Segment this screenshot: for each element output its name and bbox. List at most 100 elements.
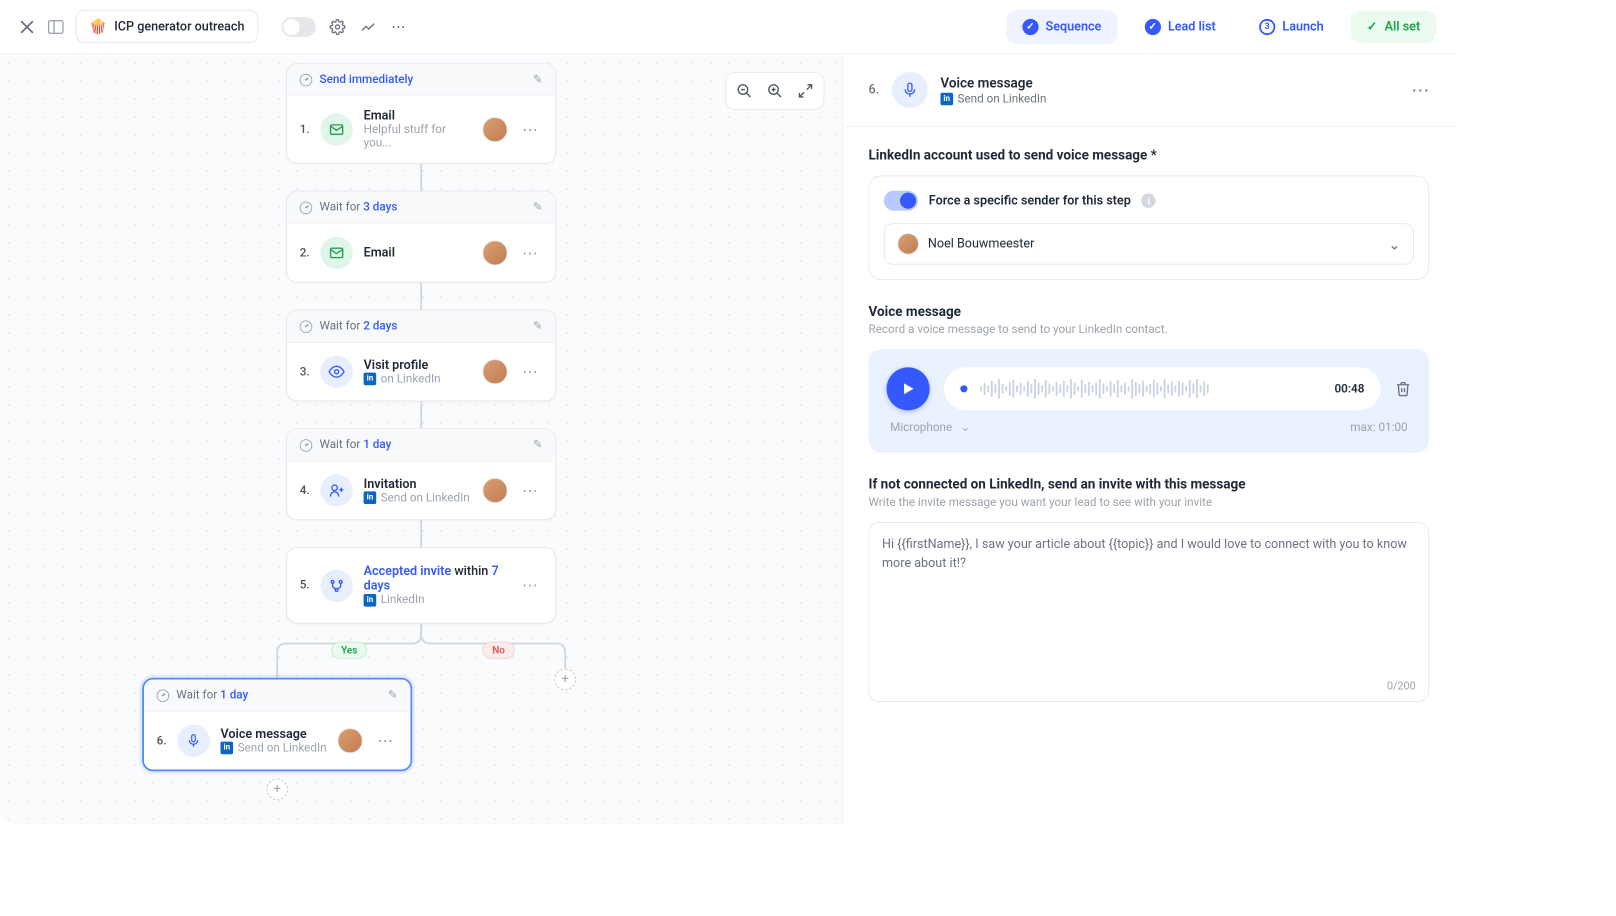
play-button[interactable] [887, 367, 930, 410]
step-number-badge: 3 [1259, 18, 1275, 34]
wait-row: Wait for 3 days ✎ [287, 192, 555, 224]
voice-subheading: Record a voice message to send to your L… [869, 323, 1430, 337]
chevron-down-icon: ⌄ [958, 421, 971, 435]
tab-sequence[interactable]: ✓ Sequence [1006, 9, 1118, 43]
trash-icon[interactable] [1395, 381, 1411, 397]
chevron-down-icon: ⌄ [1388, 235, 1400, 252]
linkedin-icon: in [940, 93, 953, 106]
step-detail-panel: 6. Voice message inSend on LinkedIn ⋯ Li… [842, 54, 1454, 824]
mic-icon [177, 725, 209, 757]
connector [420, 283, 422, 310]
eye-icon [320, 356, 352, 388]
zoom-controls [725, 72, 824, 110]
step-card-5[interactable]: 5. Accepted invite within 7 days inLinke… [286, 547, 556, 624]
check-circle-icon: ✓ [1022, 18, 1038, 34]
avatar [482, 478, 507, 503]
linkedin-icon: in [364, 594, 377, 607]
voice-heading: Voice message [869, 303, 1430, 319]
pause-toggle[interactable] [281, 17, 315, 37]
step-menu-icon[interactable]: ⋯ [518, 481, 542, 500]
linkedin-icon: in [364, 491, 377, 504]
step-card-4[interactable]: Wait for 1 day ✎ 4. Invitation inSend on… [286, 428, 556, 520]
add-step-button[interactable]: + [554, 669, 576, 691]
project-name-text: ICP generator outreach [114, 19, 244, 33]
more-icon[interactable]: ⋯ [389, 18, 407, 36]
info-icon[interactable]: i [1142, 194, 1156, 208]
edit-icon[interactable]: ✎ [533, 201, 543, 215]
mic-icon [892, 72, 928, 108]
avatar [482, 359, 507, 384]
check-circle-icon: ✓ [1145, 18, 1161, 34]
expand-icon[interactable] [791, 77, 820, 106]
force-sender-toggle[interactable] [884, 191, 918, 211]
panel-header: 6. Voice message inSend on LinkedIn ⋯ [843, 54, 1454, 127]
step-menu-icon[interactable]: ⋯ [518, 362, 542, 381]
zoom-in-icon[interactable] [761, 77, 790, 106]
mic-select[interactable]: Microphone ⌄ [890, 421, 970, 435]
clock-icon [157, 689, 170, 702]
step-menu-icon[interactable]: ⋯ [518, 120, 542, 139]
topbar: 🍿 ICP generator outreach ⋯ ✓ Sequence ✓ … [0, 0, 1454, 54]
email-icon [320, 237, 352, 269]
linkedin-icon: in [364, 373, 377, 386]
project-title[interactable]: 🍿 ICP generator outreach [76, 10, 258, 43]
account-heading: LinkedIn account used to send voice mess… [869, 147, 1430, 163]
all-set-badge[interactable]: ✓ All set [1351, 10, 1437, 42]
close-icon[interactable] [18, 18, 36, 36]
step-menu-icon[interactable]: ⋯ [374, 731, 398, 750]
sender-select[interactable]: Noel Bouwmeester ⌄ [884, 223, 1414, 264]
step-card-1[interactable]: Send immediately ✎ 1. Email Helpful stuf… [286, 63, 556, 164]
connector [420, 164, 422, 191]
invite-message-input[interactable]: Hi {{firstName}}, I saw your article abo… [869, 522, 1430, 702]
step-menu-icon[interactable]: ⋯ [518, 243, 542, 262]
edit-icon[interactable]: ✎ [533, 438, 543, 452]
wave-bars [980, 378, 1322, 400]
avatar [482, 240, 507, 265]
add-step-button[interactable]: + [266, 779, 288, 801]
connector [420, 520, 422, 547]
clock-icon [300, 320, 313, 333]
force-sender-card: Force a specific sender for this step i … [869, 176, 1430, 280]
playhead-dot [960, 385, 967, 392]
wait-row: Wait for 1 day ✎ [144, 680, 410, 712]
step-card-3[interactable]: Wait for 2 days ✎ 3. Visit profile inon … [286, 310, 556, 402]
step-card-2[interactable]: Wait for 3 days ✎ 2. Email ⋯ [286, 191, 556, 283]
wait-row: Wait for 2 days ✎ [287, 311, 555, 343]
clock-icon [300, 73, 313, 86]
linkedin-icon: in [221, 742, 234, 755]
zoom-out-icon[interactable] [730, 77, 759, 106]
email-icon [320, 113, 352, 145]
voice-player: 00:48 Microphone ⌄ max: 01:00 [869, 349, 1430, 453]
tab-launch[interactable]: 3 Launch [1243, 9, 1340, 43]
edit-icon[interactable]: ✎ [533, 73, 543, 86]
avatar [482, 117, 507, 142]
sequence-canvas[interactable]: Send immediately ✎ 1. Email Helpful stuf… [0, 54, 842, 824]
wait-row: Send immediately ✎ [287, 64, 555, 96]
panel-toggle-icon[interactable] [47, 18, 65, 36]
invite-subheading: Write the invite message you want your l… [869, 496, 1430, 510]
step-menu-icon[interactable]: ⋯ [518, 576, 542, 595]
waveform[interactable]: 00:48 [944, 367, 1381, 410]
invite-heading: If not connected on LinkedIn, send an in… [869, 476, 1430, 492]
wait-row: Wait for 1 day ✎ [287, 429, 555, 461]
step-card-6[interactable]: Wait for 1 day ✎ 6. Voice message [142, 678, 412, 772]
branch-icon [320, 569, 352, 601]
tab-lead-list[interactable]: ✓ Lead list [1128, 9, 1232, 43]
edit-icon[interactable]: ✎ [388, 689, 398, 703]
check-icon: ✓ [1367, 19, 1378, 33]
avatar [338, 728, 363, 753]
connector [420, 401, 422, 428]
avatar [897, 233, 919, 255]
clock-icon [300, 201, 313, 214]
gear-icon[interactable] [328, 18, 346, 36]
project-emoji: 🍿 [89, 18, 107, 35]
flow-column: Send immediately ✎ 1. Email Helpful stuf… [286, 54, 556, 624]
panel-menu-icon[interactable]: ⋯ [1411, 79, 1429, 101]
edit-icon[interactable]: ✎ [533, 320, 543, 334]
analytics-icon[interactable] [359, 18, 377, 36]
invite-icon [320, 474, 352, 506]
char-counter: 0/200 [1387, 680, 1416, 693]
branch-yes: Yes [331, 642, 367, 659]
branch-no: No [482, 642, 514, 659]
clock-icon [300, 439, 313, 452]
